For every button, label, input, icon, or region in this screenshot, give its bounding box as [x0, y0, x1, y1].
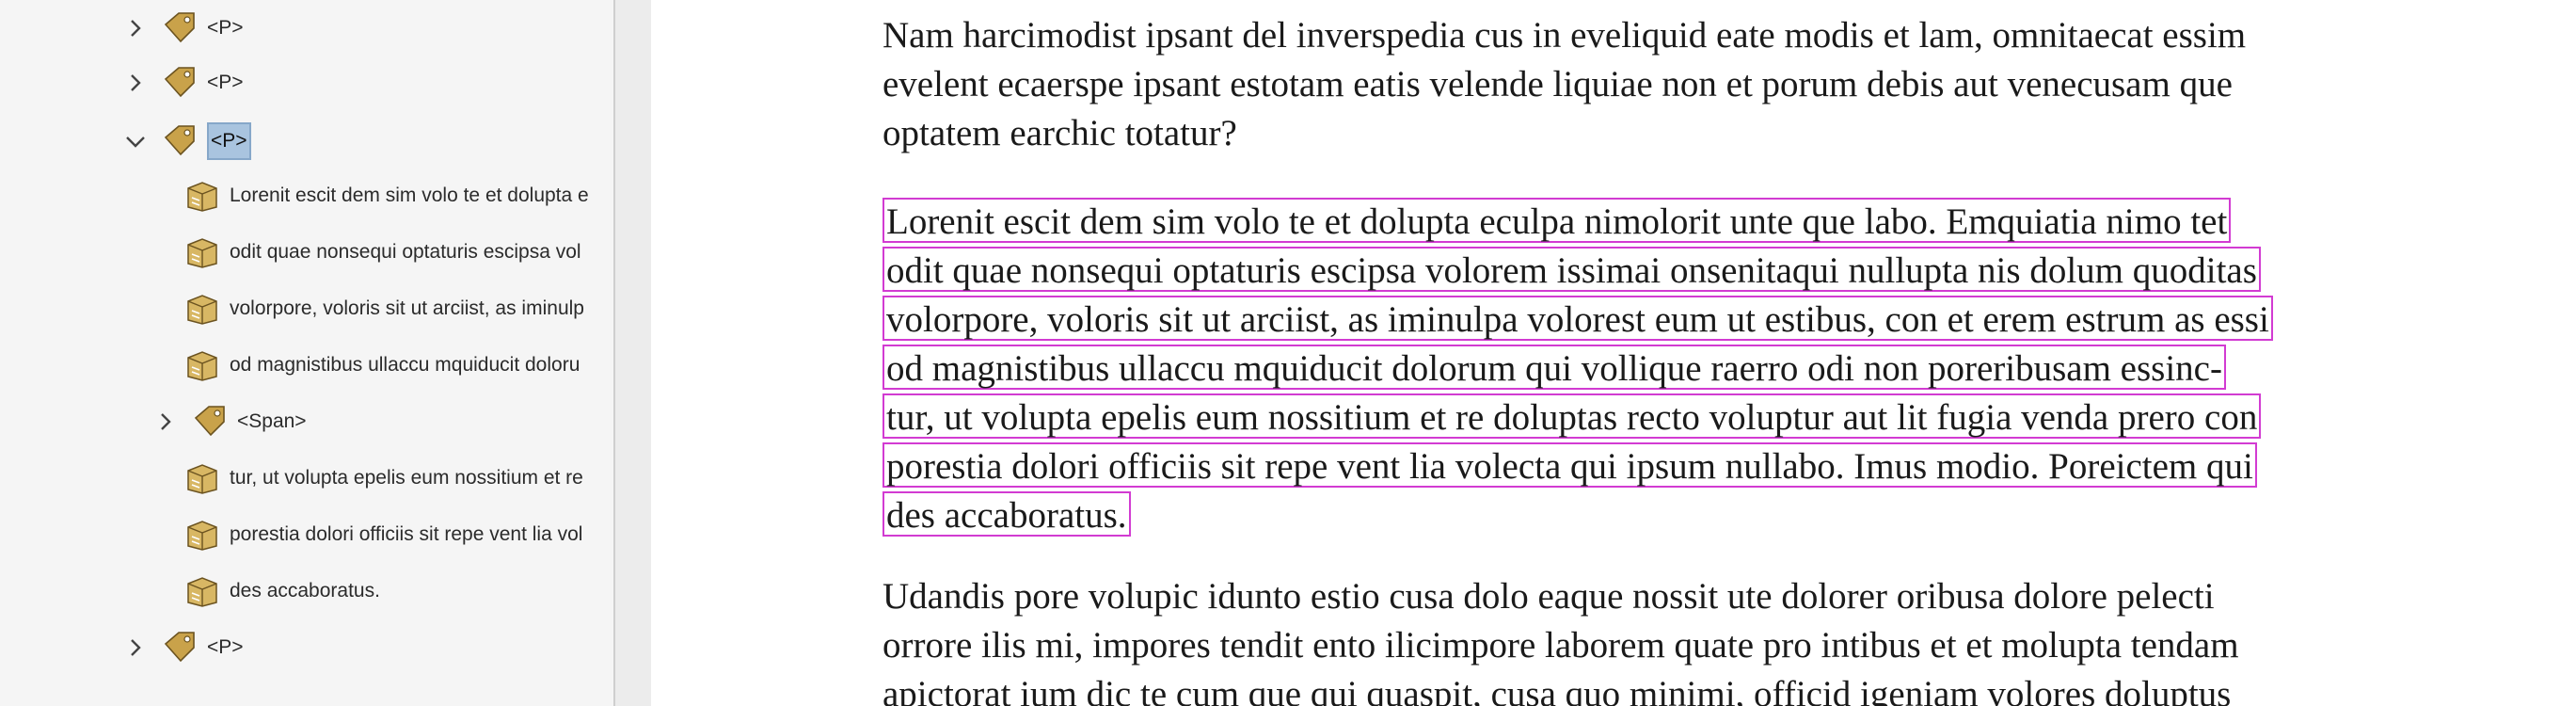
highlighted-content-line[interactable]: odit quae nonsequi optaturis escipsa vol…	[883, 247, 2261, 292]
tree-node-content[interactable]: volorpore, voloris sit ut arciist, as im…	[184, 288, 608, 329]
chevron-right-icon[interactable]	[122, 15, 149, 41]
tree-node-label: porestia dolori officiis sit repe vent l…	[230, 523, 583, 545]
chevron-right-icon[interactable]	[152, 409, 179, 435]
tag-icon	[162, 11, 198, 45]
tree-node-content[interactable]: odit quae nonsequi optaturis escipsa vol	[184, 232, 608, 273]
content-box-icon	[184, 179, 220, 213]
chevron-down-icon[interactable]	[122, 128, 149, 154]
chevron-right-icon[interactable]	[122, 634, 149, 661]
content-box-icon	[184, 348, 220, 382]
tags-tree-panel: <P> <P> <P> Lorenit escit dem sim volo t…	[0, 0, 613, 706]
tag-icon	[162, 66, 198, 100]
tag-icon	[162, 124, 198, 158]
tree-node-label: <Span>	[237, 410, 307, 432]
highlighted-content-line[interactable]: volorpore, voloris sit ut arciist, as im…	[883, 296, 2273, 341]
highlighted-content-line[interactable]: tur, ut volupta epelis eum nossitium et …	[883, 393, 2262, 439]
tree-node-content[interactable]: od magnistibus ullaccu mquiducit doloru	[184, 345, 608, 386]
highlighted-content-line[interactable]: des accaboratus.	[883, 491, 1131, 537]
tree-node-label: <P>	[207, 17, 244, 39]
highlighted-content-line[interactable]: Lorenit escit dem sim volo te et dolupta…	[883, 198, 2232, 243]
tree-node-p-4[interactable]: <P>	[122, 627, 244, 668]
tag-icon	[192, 405, 228, 439]
content-box-icon	[184, 518, 220, 552]
paragraph-3-line: Udandis pore volupic idunto estio cusa d…	[883, 576, 2215, 617]
content-box-icon	[184, 235, 220, 269]
tree-node-content[interactable]: tur, ut volupta epelis eum nossitium et …	[184, 457, 608, 499]
tree-node-span[interactable]: <Span>	[152, 401, 307, 442]
tree-node-label: od magnistibus ullaccu mquiducit doloru	[230, 354, 580, 376]
tree-node-label: volorpore, voloris sit ut arciist, as im…	[230, 297, 584, 319]
paragraph-3-line: orrore ilis mi, impores tendit ento ilic…	[883, 625, 2239, 666]
tree-node-label: des accaboratus.	[230, 580, 380, 602]
paragraph-1-line: Nam harcimodist ipsant del inverspedia c…	[883, 15, 2247, 56]
content-box-icon	[184, 292, 220, 326]
paragraph-3-line: apictorat ium dic te cum que qui quaspit…	[883, 674, 2232, 706]
tree-node-content[interactable]: porestia dolori officiis sit repe vent l…	[184, 514, 608, 555]
highlighted-content-line[interactable]: od magnistibus ullaccu mquiducit dolorum…	[883, 345, 2226, 390]
tree-node-label: <P>	[207, 72, 244, 93]
chevron-right-icon[interactable]	[122, 70, 149, 96]
tree-node-label: <P>	[207, 636, 244, 658]
tree-node-label: Lorenit escit dem sim volo te et dolupta…	[230, 185, 589, 206]
content-box-icon	[184, 461, 220, 495]
tree-node-content[interactable]: Lorenit escit dem sim volo te et dolupta…	[184, 175, 608, 217]
tree-node-p-1[interactable]: <P>	[122, 8, 244, 49]
paragraph-1-line: optatem earchic totatur?	[883, 113, 1237, 153]
tag-icon	[162, 631, 198, 665]
tree-node-label: tur, ut volupta epelis eum nossitium et …	[230, 467, 583, 489]
highlighted-content-line[interactable]: porestia dolori officiis sit repe vent l…	[883, 442, 2257, 488]
tree-node-content[interactable]: des accaboratus.	[184, 570, 608, 612]
tree-node-label: odit quae nonsequi optaturis escipsa vol	[230, 241, 581, 263]
paragraph-1-line: evelent ecaerspe ipsant estotam eatis ve…	[883, 64, 2233, 104]
tree-node-label-selected: <P>	[207, 122, 251, 160]
tree-node-p-2[interactable]: <P>	[122, 62, 244, 104]
tree-node-p-3[interactable]: <P>	[122, 120, 251, 162]
content-box-icon	[184, 574, 220, 608]
panel-gutter	[615, 0, 651, 706]
